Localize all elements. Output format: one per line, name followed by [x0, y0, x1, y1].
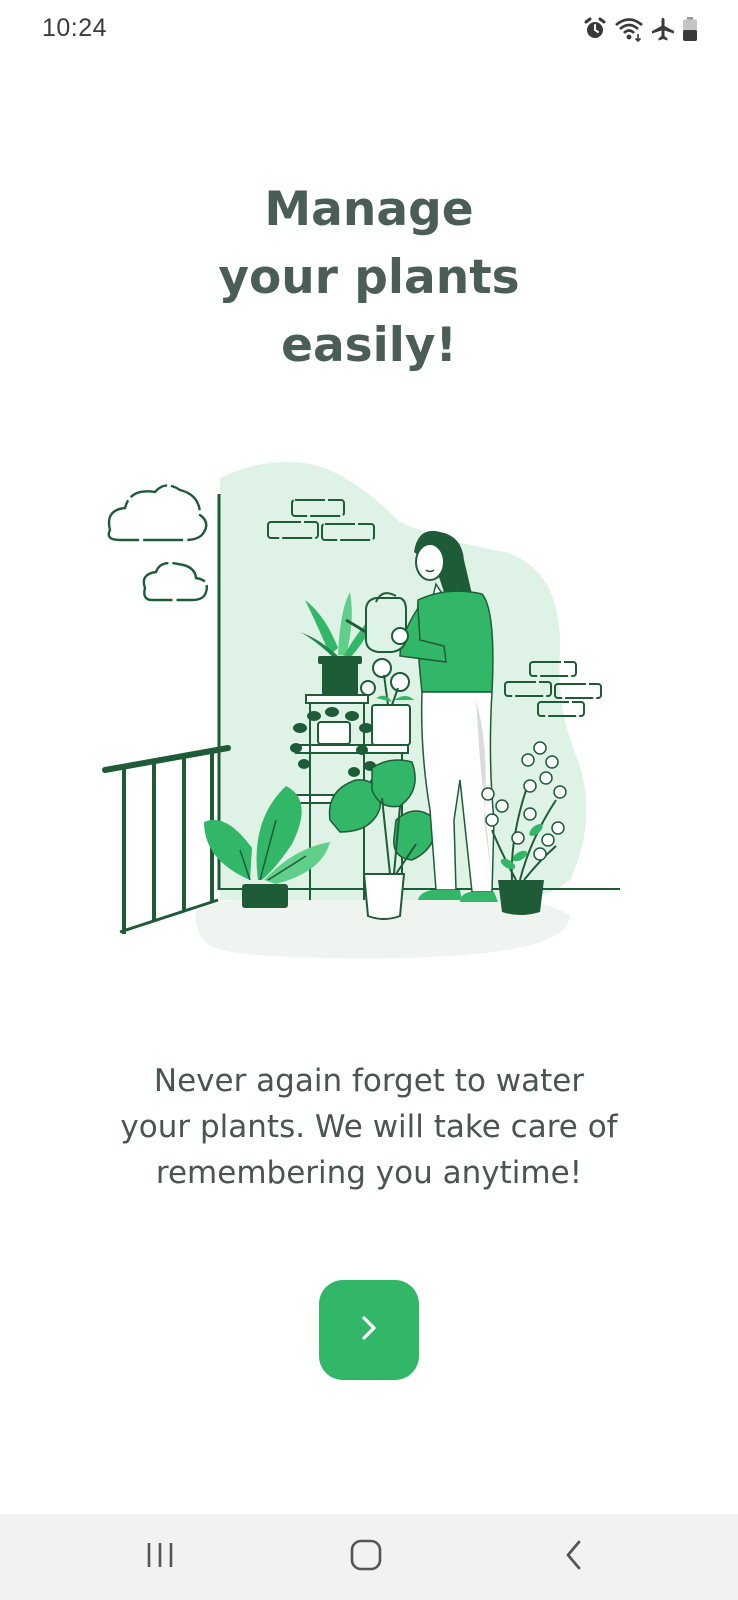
status-bar: 10:24 — [0, 0, 738, 62]
status-icons — [582, 14, 698, 44]
airplane-mode-icon — [650, 16, 676, 42]
onboarding-description: Never again forget to water your plants.… — [90, 1058, 648, 1196]
description-line: remembering you anytime! — [155, 1155, 583, 1191]
status-time: 10:24 — [42, 14, 108, 42]
title-line: Manage — [264, 182, 474, 237]
back-icon — [562, 1538, 586, 1577]
page-title: Manage your plants easily! — [0, 176, 738, 380]
wifi-icon — [614, 16, 644, 42]
back-button[interactable] — [514, 1514, 634, 1600]
alarm-icon — [582, 16, 608, 42]
description-line: Never again forget to water — [153, 1063, 585, 1099]
home-icon — [349, 1538, 383, 1577]
description-line: your plants. We will take care of — [120, 1109, 618, 1145]
title-line: easily! — [281, 318, 457, 373]
system-nav-bar — [0, 1514, 738, 1600]
chevron-right-icon — [355, 1310, 383, 1351]
recent-apps-icon — [145, 1540, 175, 1575]
recent-apps-button[interactable] — [100, 1514, 220, 1600]
woman-watering-plants-illustration — [100, 460, 640, 980]
battery-icon — [682, 16, 698, 42]
title-line: your plants — [218, 250, 520, 305]
next-button[interactable] — [319, 1280, 419, 1380]
home-button[interactable] — [306, 1514, 426, 1600]
